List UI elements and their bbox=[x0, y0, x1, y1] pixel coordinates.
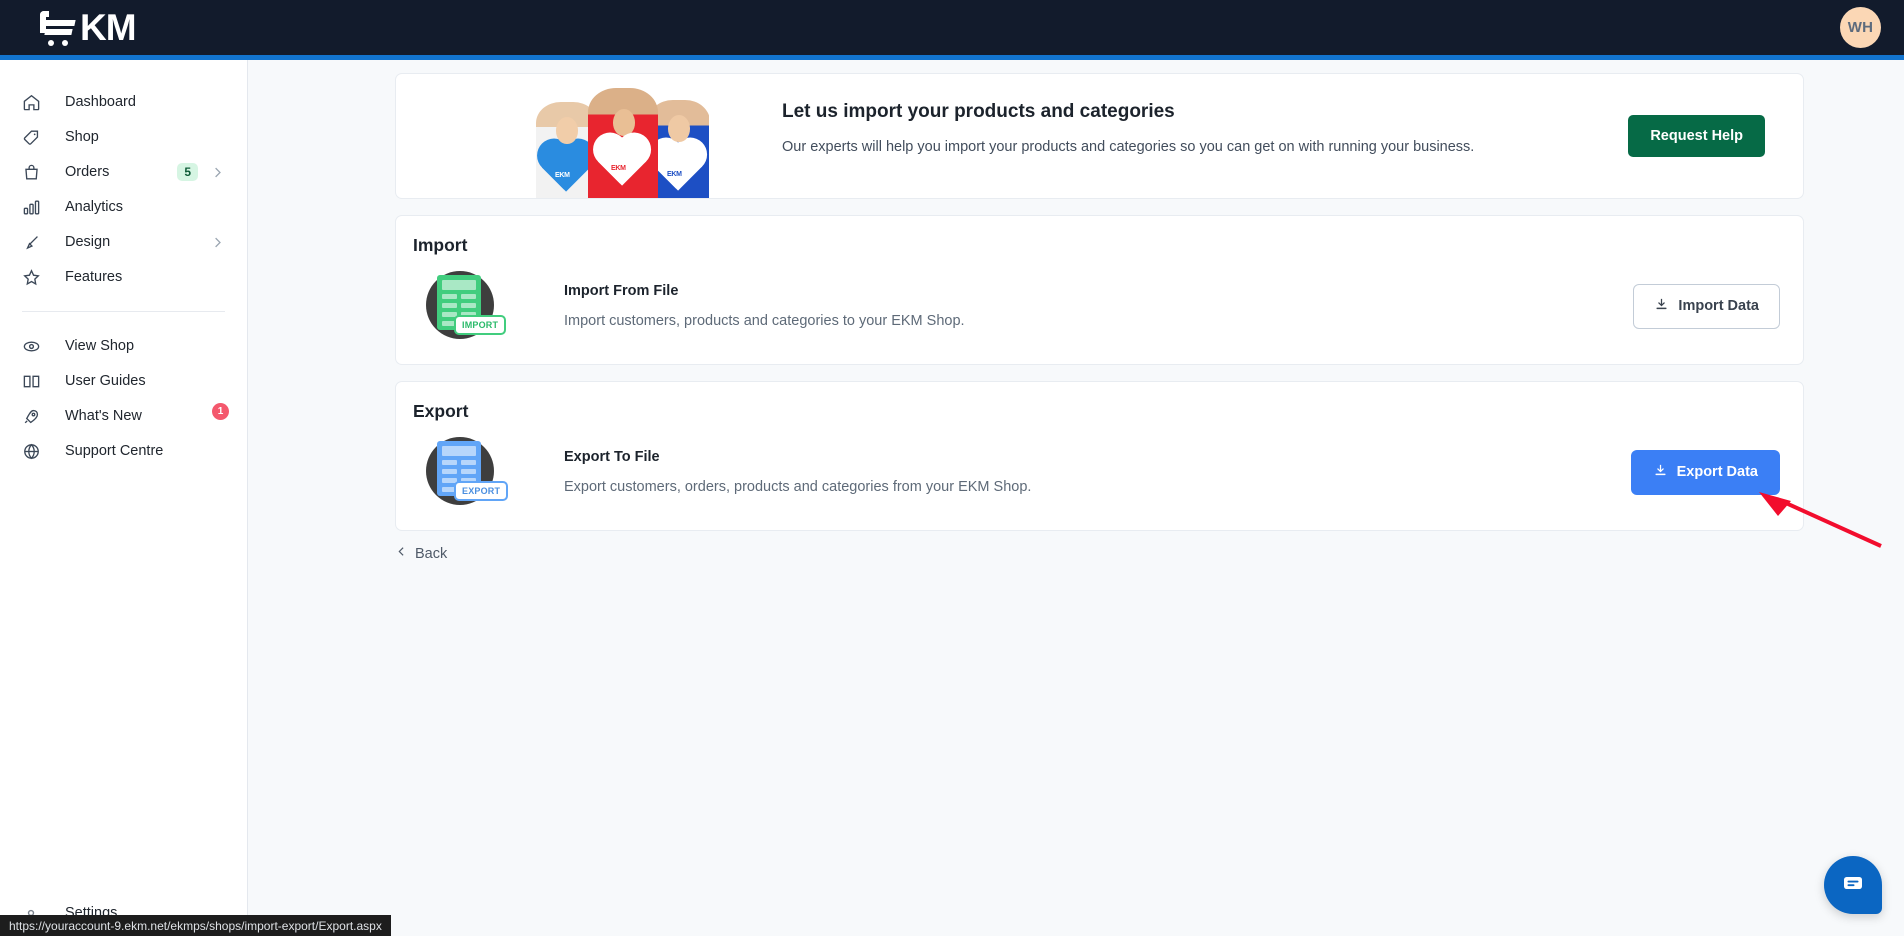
import-card: Import IMPORT Import From File Import cu… bbox=[395, 215, 1804, 365]
sidebar-item-label: User Guides bbox=[65, 373, 146, 389]
bag-icon bbox=[19, 162, 43, 182]
sidebar-item-dashboard[interactable]: Dashboard bbox=[0, 85, 247, 119]
sidebar-item-label: Support Centre bbox=[65, 443, 164, 459]
sidebar-item-orders[interactable]: Orders 5 bbox=[0, 155, 247, 189]
sidebar-item-label: Design bbox=[65, 234, 111, 250]
star-icon bbox=[19, 267, 43, 287]
chat-bubble-icon bbox=[1841, 871, 1865, 900]
export-spreadsheet-icon: EXPORT bbox=[413, 434, 511, 510]
tee-logo-left: EKM bbox=[555, 172, 570, 179]
tag-icon bbox=[19, 127, 43, 147]
sidebar-divider bbox=[22, 311, 225, 312]
banner-subtitle: Our experts will help you import your pr… bbox=[782, 139, 1475, 155]
chevron-right-icon[interactable] bbox=[210, 165, 225, 180]
tee-logo-middle: EKM bbox=[611, 165, 626, 172]
sidebar-item-shop[interactable]: Shop bbox=[0, 120, 247, 154]
topbar-accent-line bbox=[0, 55, 1904, 60]
download-icon bbox=[1654, 297, 1669, 316]
export-row: EXPORT Export To File Export customers, … bbox=[396, 422, 1803, 530]
request-help-button[interactable]: Request Help bbox=[1628, 115, 1765, 157]
whats-new-count-badge: 1 bbox=[212, 403, 229, 420]
import-row-description: Import customers, products and categorie… bbox=[564, 313, 965, 329]
banner-text-block: Let us import your products and categori… bbox=[709, 74, 1628, 198]
back-link-label: Back bbox=[415, 545, 448, 562]
sidebar-item-label: Orders bbox=[65, 164, 110, 180]
sidebar-item-label: Shop bbox=[65, 129, 99, 145]
export-data-button-label: Export Data bbox=[1676, 464, 1758, 480]
sidebar-primary-group: Dashboard Shop Orders 5 Analytics Design… bbox=[0, 60, 247, 294]
eye-icon bbox=[19, 336, 43, 356]
rocket-icon bbox=[19, 406, 43, 426]
import-row-title: Import From File bbox=[564, 283, 679, 299]
export-row-title: Export To File bbox=[564, 449, 660, 465]
sidebar-item-label: Analytics bbox=[65, 199, 124, 215]
shopping-cart-icon bbox=[38, 9, 78, 47]
tee-logo-right: EKM bbox=[667, 171, 682, 178]
import-data-button[interactable]: Import Data bbox=[1633, 283, 1780, 329]
import-icon-tag: IMPORT bbox=[454, 315, 507, 335]
sidebar-item-support-centre[interactable]: Support Centre bbox=[0, 434, 247, 468]
sidebar-item-label: View Shop bbox=[65, 338, 135, 354]
sidebar-item-design[interactable]: Design bbox=[0, 225, 247, 259]
export-text-block: Export To File Export customers, orders,… bbox=[511, 449, 1631, 495]
back-link[interactable]: Back bbox=[395, 545, 447, 562]
chevron-left-icon bbox=[395, 545, 408, 562]
book-icon bbox=[19, 371, 43, 391]
import-text-block: Import From File Import customers, produ… bbox=[511, 283, 1633, 329]
export-card: Export EXPORT Export To File Export cust… bbox=[395, 381, 1804, 531]
status-bar-url: https://youraccount-9.ekm.net/ekmps/shop… bbox=[0, 915, 391, 936]
chevron-right-icon[interactable] bbox=[210, 235, 225, 250]
main-content: EKM EKM EKM Let us import your products … bbox=[249, 60, 1904, 936]
download-icon bbox=[1653, 463, 1668, 482]
sidebar-item-label: What's New bbox=[65, 408, 142, 424]
sidebar-item-whats-new[interactable]: What's New 1 bbox=[0, 399, 247, 433]
export-data-button[interactable]: Export Data bbox=[1630, 449, 1780, 495]
bar-chart-icon bbox=[19, 197, 43, 217]
sidebar-item-features[interactable]: Features bbox=[0, 260, 247, 294]
chat-widget-button[interactable] bbox=[1824, 856, 1882, 914]
banner-cta-wrap: Request Help bbox=[1628, 74, 1803, 198]
import-row: IMPORT Import From File Import customers… bbox=[396, 256, 1803, 364]
models-illustration: EKM EKM EKM bbox=[534, 74, 709, 198]
import-section-title: Import bbox=[413, 235, 468, 255]
globe-icon bbox=[19, 441, 43, 461]
sidebar-item-user-guides[interactable]: User Guides bbox=[0, 364, 247, 398]
top-bar: KM WH bbox=[0, 0, 1904, 55]
sidebar-item-label: Features bbox=[65, 269, 123, 285]
export-section-title: Export bbox=[413, 401, 469, 421]
orders-count-badge: 5 bbox=[177, 163, 198, 181]
avatar[interactable]: WH bbox=[1840, 7, 1881, 48]
sidebar: Dashboard Shop Orders 5 Analytics Design… bbox=[0, 60, 248, 936]
sidebar-item-label: Dashboard bbox=[65, 94, 136, 110]
home-icon bbox=[19, 92, 43, 112]
import-help-banner: EKM EKM EKM Let us import your products … bbox=[395, 73, 1804, 199]
brush-icon bbox=[19, 232, 43, 252]
import-data-button-label: Import Data bbox=[1678, 298, 1759, 314]
export-row-description: Export customers, orders, products and c… bbox=[564, 479, 1032, 495]
sidebar-item-analytics[interactable]: Analytics bbox=[0, 190, 247, 224]
sidebar-secondary-group: View Shop User Guides What's New 1 Suppo… bbox=[0, 329, 247, 468]
sidebar-item-view-shop[interactable]: View Shop bbox=[0, 329, 247, 363]
import-spreadsheet-icon: IMPORT bbox=[413, 268, 511, 344]
banner-title: Let us import your products and categori… bbox=[782, 101, 1175, 122]
export-icon-tag: EXPORT bbox=[454, 481, 509, 501]
logo-text: KM bbox=[80, 7, 137, 48]
ekm-logo[interactable]: KM bbox=[38, 7, 137, 48]
